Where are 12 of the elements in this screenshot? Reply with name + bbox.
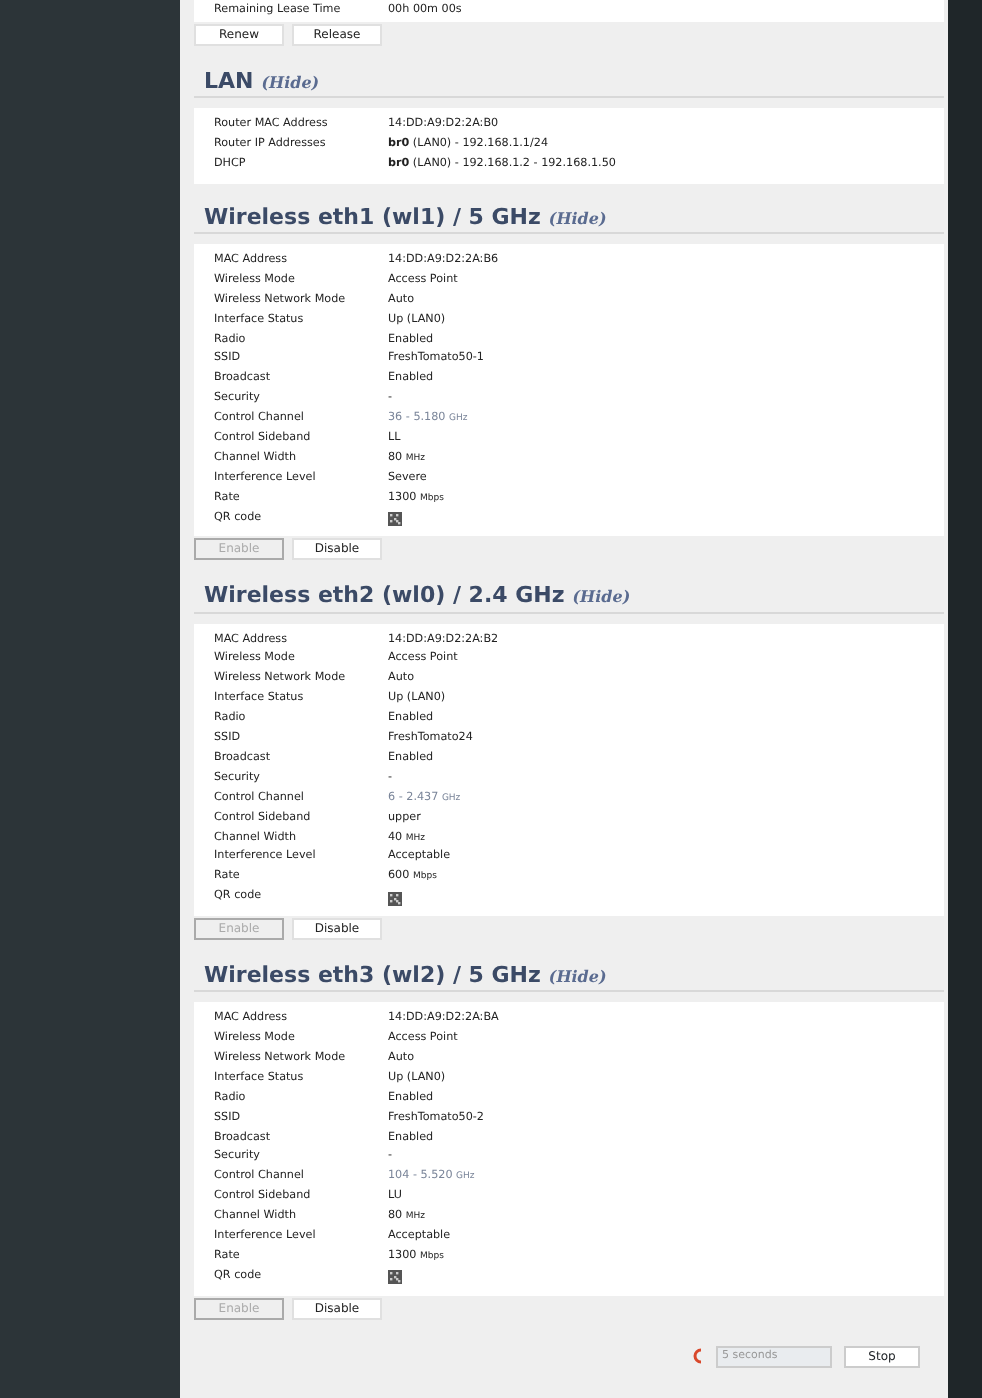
qr-code-icon bbox=[388, 1270, 402, 1285]
hide-link[interactable]: (Hide) bbox=[548, 209, 607, 229]
hide-link[interactable]: (Hide) bbox=[548, 968, 607, 988]
spinner-icon bbox=[692, 1348, 704, 1365]
qr-code-icon bbox=[388, 511, 402, 526]
section-title: LAN bbox=[204, 67, 254, 95]
hide-link[interactable]: (Hide) bbox=[572, 588, 631, 608]
section-title: Wireless eth3 (wl2) / 5 GHz bbox=[204, 962, 541, 989]
section-title: Wireless eth1 (wl1) / 5 GHz bbox=[204, 203, 541, 230]
qr-code-icon bbox=[388, 891, 402, 906]
hide-link[interactable]: (Hide) bbox=[261, 73, 320, 93]
section-title: Wireless eth2 (wl0) / 2.4 GHz bbox=[204, 582, 565, 610]
